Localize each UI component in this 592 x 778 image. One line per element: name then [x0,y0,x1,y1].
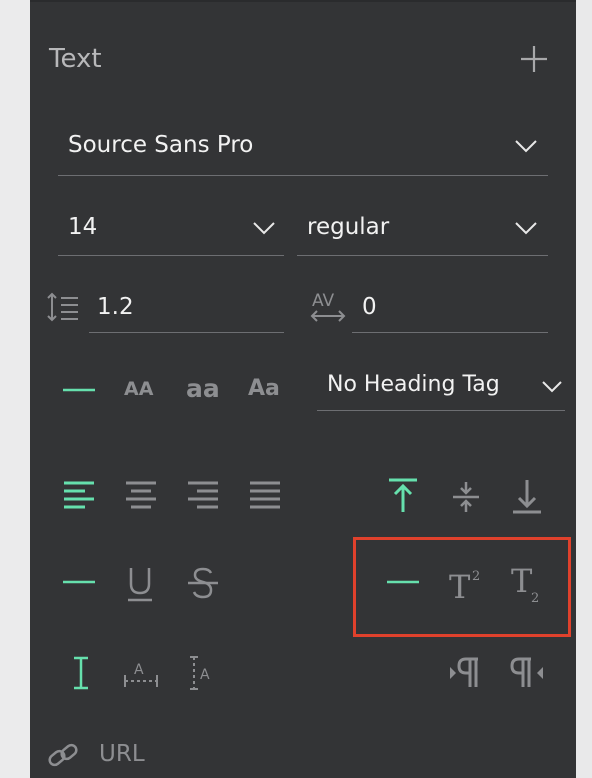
align-bottom-icon [513,480,541,514]
section-title: Text [49,44,102,74]
underline-button[interactable] [125,566,155,602]
text-cursor-icon [74,656,88,690]
panel-right-edge [576,0,592,778]
font-family-select[interactable]: Source Sans Pro [58,128,548,176]
case-none-button[interactable] [63,380,95,400]
svg-text:AV: AV [312,291,335,311]
align-center-icon [126,481,156,509]
paragraph-ltr-icon [450,657,478,687]
align-center-button[interactable] [125,480,157,512]
strikethrough-button[interactable] [187,566,219,602]
underline-icon [128,568,152,602]
align-middle-icon [453,482,479,512]
chevron-down-icon [541,380,563,393]
plus-icon [521,46,547,72]
url-link-label[interactable]: URL [99,741,145,767]
case-lowercase-button[interactable]: aa [186,374,220,403]
align-left-icon [64,481,94,509]
strikethrough-icon [188,567,218,599]
chevron-down-icon [514,139,538,153]
vertical-align-middle-button[interactable] [451,480,481,514]
font-weight-select[interactable]: regular [297,210,548,256]
svg-text:A: A [134,662,144,678]
line-height-value: 1.2 [97,294,134,320]
chevron-down-icon [514,221,538,235]
line-height-icon [46,292,80,322]
script-options-highlight [353,537,571,637]
auto-height-icon: A [190,656,210,690]
text-box-auto-height-button[interactable]: A [188,655,218,691]
align-top-icon [389,478,417,512]
align-justify-button[interactable] [249,480,281,512]
heading-tag-value: No Heading Tag [327,372,500,397]
link-icon [46,738,80,772]
vertical-align-bottom-button[interactable] [511,478,543,514]
letter-spacing-value: 0 [362,294,377,320]
align-justify-icon [250,481,280,509]
text-box-auto-width-button[interactable]: A [123,657,159,689]
align-left-button[interactable] [63,480,95,512]
text-direction-rtl-button[interactable] [509,655,545,691]
font-size-select[interactable]: 14 [58,210,284,256]
chevron-down-icon [252,221,276,235]
vertical-align-top-button[interactable] [387,478,419,514]
text-box-auto-button[interactable] [71,655,91,691]
line-height-input[interactable]: 1.2 [89,290,284,333]
decoration-none-button[interactable] [63,572,95,592]
case-small-caps-button[interactable]: AA [124,378,153,400]
letter-spacing-input[interactable]: 0 [352,290,548,333]
paragraph-rtl-icon [510,657,543,687]
font-weight-value: regular [307,214,390,240]
svg-text:A: A [200,667,210,683]
align-right-button[interactable] [187,480,219,512]
align-right-icon [188,481,218,509]
case-titlecase-button[interactable]: Aa [248,376,280,401]
text-direction-ltr-button[interactable] [448,655,482,691]
add-text-style-button[interactable] [519,44,549,74]
font-size-value: 14 [68,214,98,240]
font-family-value: Source Sans Pro [68,132,254,158]
letter-spacing-icon: AV [310,290,346,324]
heading-tag-select[interactable]: No Heading Tag [317,368,565,411]
auto-width-icon: A [124,662,158,687]
